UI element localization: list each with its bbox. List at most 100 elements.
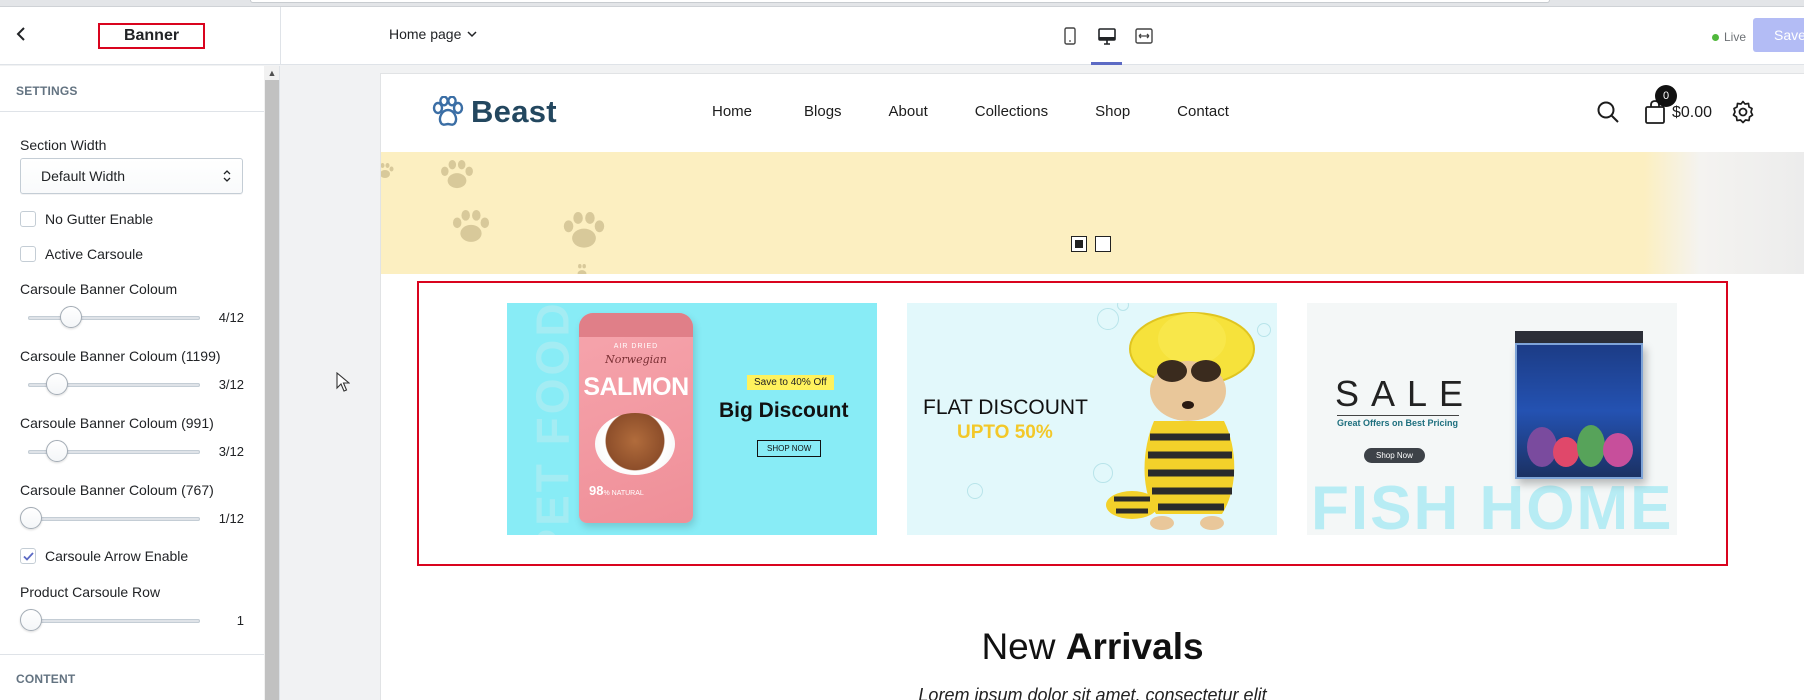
- banner-column-767-slider[interactable]: [20, 506, 200, 530]
- main-nav: Home Blogs About Collections Shop Contac…: [712, 103, 1229, 120]
- gear-icon[interactable]: [1730, 99, 1756, 125]
- store-logo[interactable]: Beast: [431, 94, 557, 130]
- banner-column-1199-slider[interactable]: [20, 372, 200, 396]
- coral-shape: [1553, 437, 1579, 467]
- live-status: Live: [1712, 30, 1746, 44]
- slider-pagination: [1071, 236, 1111, 252]
- slider-thumb[interactable]: [46, 440, 69, 462]
- settings-separator: [0, 111, 264, 112]
- store-header: Beast Home Blogs About Collections Shop …: [381, 74, 1804, 152]
- banner-fish-home[interactable]: FISH HOME SALE Great Offers on Best Pric…: [1307, 303, 1677, 535]
- banner-column-value: 4/12: [218, 310, 244, 325]
- pouch-brand: AIR DRIED: [613, 343, 659, 350]
- carousel-row-slider[interactable]: [20, 608, 200, 632]
- banner-column-991-value: 3/12: [218, 444, 244, 459]
- carousel-row-value: 1: [236, 613, 244, 628]
- section-width-label: Section Width: [20, 137, 107, 153]
- desktop-view-button[interactable]: [1091, 19, 1122, 65]
- paw-print-icon: [577, 264, 587, 274]
- pouch-subtitle: Norwegian: [605, 353, 667, 366]
- carousel-arrow-label: Carsoule Arrow Enable: [45, 548, 189, 564]
- paw-print-icon: [441, 160, 473, 189]
- cart-total[interactable]: $0.00: [1672, 104, 1712, 122]
- logo-text: Beast: [471, 94, 557, 129]
- dog-image: [1106, 312, 1255, 530]
- banner-column-slider[interactable]: [20, 305, 200, 329]
- shop-now-button[interactable]: SHOP NOW: [757, 440, 822, 457]
- pouch-percent-value: 98: [589, 483, 604, 498]
- section-title: Banner: [98, 23, 205, 49]
- banner-bg-text: FISH HOME: [1311, 474, 1674, 535]
- save-tag: Save to 40% Off: [747, 375, 834, 390]
- fullwidth-icon: [1134, 28, 1153, 44]
- desktop-icon: [1097, 27, 1116, 45]
- carousel-arrow-checkbox[interactable]: Carsoule Arrow Enable: [20, 548, 188, 564]
- fullwidth-view-button[interactable]: [1128, 19, 1159, 53]
- pouch-top: [579, 313, 693, 337]
- heading-bold: Arrivals: [1065, 626, 1204, 667]
- slider-track: [28, 619, 200, 623]
- bubble-decoration: [967, 483, 983, 499]
- chevron-down-icon: [467, 30, 477, 37]
- banner-column-1199-label: Carsoule Banner Coloum (1199): [20, 348, 221, 364]
- carousel-row-label: Product Carsoule Row: [20, 584, 161, 600]
- pouch-percent: 98% NATURAL: [589, 483, 644, 498]
- save-button[interactable]: Save: [1753, 18, 1804, 52]
- nav-shop[interactable]: Shop: [1095, 103, 1130, 120]
- banner-column-991-label: Carsoule Banner Coloum (991): [20, 415, 214, 431]
- sale-divider: [1337, 415, 1459, 416]
- new-arrivals-heading: New Arrivals: [381, 626, 1804, 668]
- food-bowl-image: [595, 413, 675, 475]
- back-button[interactable]: [8, 21, 34, 47]
- slider-track: [28, 316, 200, 320]
- banner-subline: UPTO 50%: [957, 422, 1053, 443]
- select-arrows-icon: [223, 170, 231, 182]
- address-bar-edge: [250, 0, 1550, 3]
- slider-thumb[interactable]: [59, 306, 82, 328]
- checkbox-box[interactable]: [20, 211, 36, 227]
- banner-column-1199-value: 3/12: [218, 377, 244, 392]
- slider-thumb[interactable]: [46, 373, 69, 395]
- section-width-select[interactable]: Default Width: [20, 158, 243, 194]
- banner-column-767-value: 1/12: [218, 511, 244, 526]
- banner-subline: Great Offers on Best Pricing: [1337, 418, 1459, 428]
- coral-shape: [1603, 433, 1633, 467]
- no-gutter-label: No Gutter Enable: [45, 211, 154, 227]
- mobile-view-button[interactable]: [1054, 19, 1085, 53]
- browser-chrome-strip: [0, 0, 1804, 7]
- scrollbar-thumb[interactable]: [265, 80, 279, 700]
- scroll-up-arrow-icon[interactable]: ▲: [266, 66, 278, 80]
- search-icon[interactable]: [1595, 99, 1621, 125]
- nav-collections[interactable]: Collections: [975, 103, 1048, 120]
- slide-dot[interactable]: [1095, 236, 1111, 252]
- slide-dot-active[interactable]: [1071, 236, 1087, 252]
- paw-print-icon: [452, 210, 490, 242]
- banner-pet-food[interactable]: PET FOOD AIR DRIED Norwegian SALMON 98% …: [507, 303, 877, 535]
- active-carousel-checkbox[interactable]: Active Carsoule: [20, 246, 143, 262]
- banner-flat-discount[interactable]: FLAT DISCOUNT UPTO 50%: [907, 303, 1277, 535]
- banner-headline: FLAT DISCOUNT: [923, 396, 1088, 419]
- nav-contact[interactable]: Contact: [1177, 103, 1229, 120]
- content-separator: [0, 654, 264, 655]
- slider-thumb[interactable]: [20, 609, 42, 631]
- page-selector[interactable]: Home page: [389, 26, 477, 42]
- mobile-icon: [1063, 27, 1076, 45]
- checkmark-icon: [22, 551, 34, 561]
- checkbox-box[interactable]: [20, 246, 36, 262]
- page-selector-label: Home page: [389, 26, 462, 42]
- device-switcher: [1054, 19, 1159, 65]
- mouse-cursor-icon: [336, 372, 350, 392]
- nav-home[interactable]: Home: [712, 103, 752, 120]
- checkbox-box-checked[interactable]: [20, 548, 36, 564]
- new-arrivals-subtitle: Lorem ipsum dolor sit amet, consectetur …: [918, 685, 1267, 700]
- banner-column-991-slider[interactable]: [20, 439, 200, 463]
- paw-logo-icon: [432, 96, 464, 126]
- slider-thumb[interactable]: [20, 507, 42, 529]
- nav-about[interactable]: About: [889, 103, 928, 120]
- no-gutter-checkbox[interactable]: No Gutter Enable: [20, 211, 153, 227]
- nav-blogs[interactable]: Blogs: [804, 103, 842, 120]
- banner-headline: SALE: [1335, 373, 1476, 414]
- section-width-value: Default Width: [41, 168, 126, 184]
- shop-now-button[interactable]: Shop Now: [1364, 448, 1425, 463]
- slider-track: [28, 517, 200, 521]
